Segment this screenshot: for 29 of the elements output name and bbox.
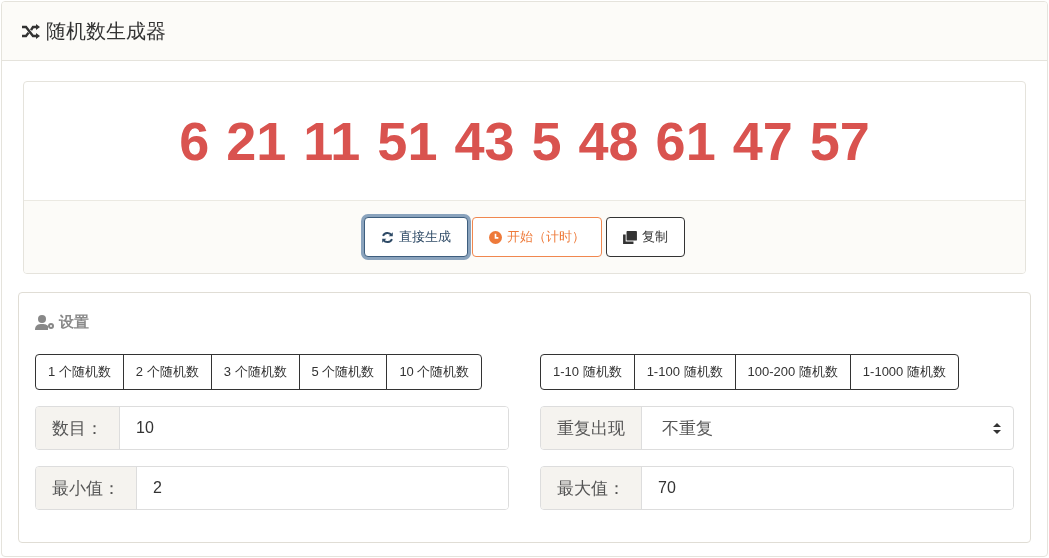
input-field[interactable]: 数目： 10	[35, 406, 509, 450]
refresh-icon	[381, 230, 394, 244]
settings-title: 设置	[59, 313, 89, 332]
random-numbers: 6 21 11 51 43 5 48 61 47 57	[179, 110, 870, 172]
generate-button[interactable]: 直接生成	[364, 217, 468, 257]
shuffle-icon	[22, 23, 40, 39]
range-preset-button[interactable]: 1-10 随机数	[540, 354, 635, 390]
input-field[interactable]: 最小值： 2	[35, 466, 509, 510]
range-preset-button[interactable]: 100-200 随机数	[734, 354, 851, 390]
field-label: 数目：	[36, 407, 120, 449]
select-value: 不重复	[662, 417, 713, 440]
field-label: 最大值：	[541, 467, 642, 509]
range-preset-button[interactable]: 1-100 随机数	[633, 354, 736, 390]
input-field[interactable]: 最大值： 70	[540, 466, 1014, 510]
count-preset-button[interactable]: 3 个随机数	[210, 354, 300, 390]
panel-title: 随机数生成器	[46, 18, 166, 44]
count-preset-button[interactable]: 5 个随机数	[298, 354, 388, 390]
copy-icon	[623, 230, 637, 244]
select-field[interactable]: 重复出现 不重复	[540, 406, 1014, 450]
count-preset-button[interactable]: 10 个随机数	[386, 354, 483, 390]
user-gear-icon	[35, 315, 55, 330]
count-preset-button[interactable]: 1 个随机数	[35, 354, 124, 390]
range-preset-button[interactable]: 1-1000 随机数	[849, 354, 959, 390]
field-label: 最小值：	[36, 467, 137, 509]
field-label: 重复出现	[541, 407, 642, 449]
clock-icon	[489, 230, 502, 244]
copy-button[interactable]: 复制	[606, 217, 685, 257]
sort-caret-icon	[993, 422, 1001, 434]
count-preset-button[interactable]: 2 个随机数	[122, 354, 212, 390]
